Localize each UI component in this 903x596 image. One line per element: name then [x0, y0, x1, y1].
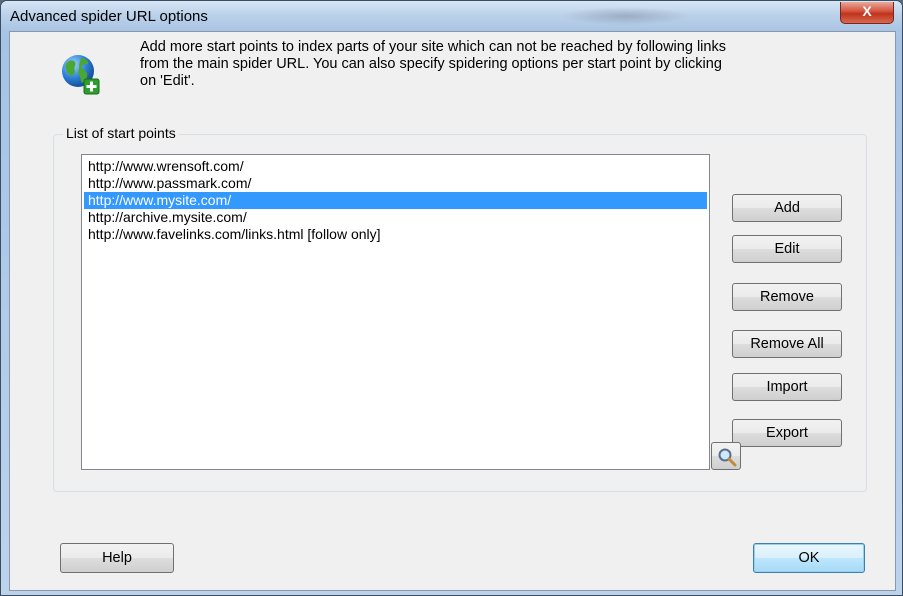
- globe-add-icon: [61, 53, 101, 100]
- list-item[interactable]: http://archive.mysite.com/: [84, 209, 707, 226]
- title-bar[interactable]: Advanced spider URL options X: [1, 1, 902, 31]
- close-icon: X: [862, 3, 872, 19]
- ok-button[interactable]: OK: [753, 543, 865, 573]
- search-button[interactable]: [711, 442, 741, 470]
- title-bar-glare: [561, 7, 691, 25]
- list-item[interactable]: http://www.wrensoft.com/: [84, 158, 707, 175]
- list-item-selected[interactable]: http://www.mysite.com/: [84, 192, 707, 209]
- window-title: Advanced spider URL options: [10, 8, 208, 25]
- remove-all-button[interactable]: Remove All: [732, 330, 842, 358]
- list-item[interactable]: http://www.passmark.com/: [84, 175, 707, 192]
- import-button[interactable]: Import: [732, 373, 842, 401]
- dialog-window: Advanced spider URL options X Add more s…: [0, 0, 903, 596]
- help-button[interactable]: Help: [60, 543, 174, 573]
- list-item[interactable]: http://www.favelinks.com/links.html [fol…: [84, 226, 707, 243]
- remove-button[interactable]: Remove: [732, 283, 842, 311]
- edit-button[interactable]: Edit: [732, 235, 842, 263]
- add-button[interactable]: Add: [732, 194, 842, 222]
- start-points-list[interactable]: http://www.wrensoft.com/ http://www.pass…: [81, 154, 710, 470]
- export-button[interactable]: Export: [732, 419, 842, 447]
- close-button[interactable]: X: [840, 2, 894, 24]
- description-text: Add more start points to index parts of …: [140, 39, 726, 89]
- group-label: List of start points: [63, 125, 179, 141]
- magnifier-icon: [718, 448, 737, 467]
